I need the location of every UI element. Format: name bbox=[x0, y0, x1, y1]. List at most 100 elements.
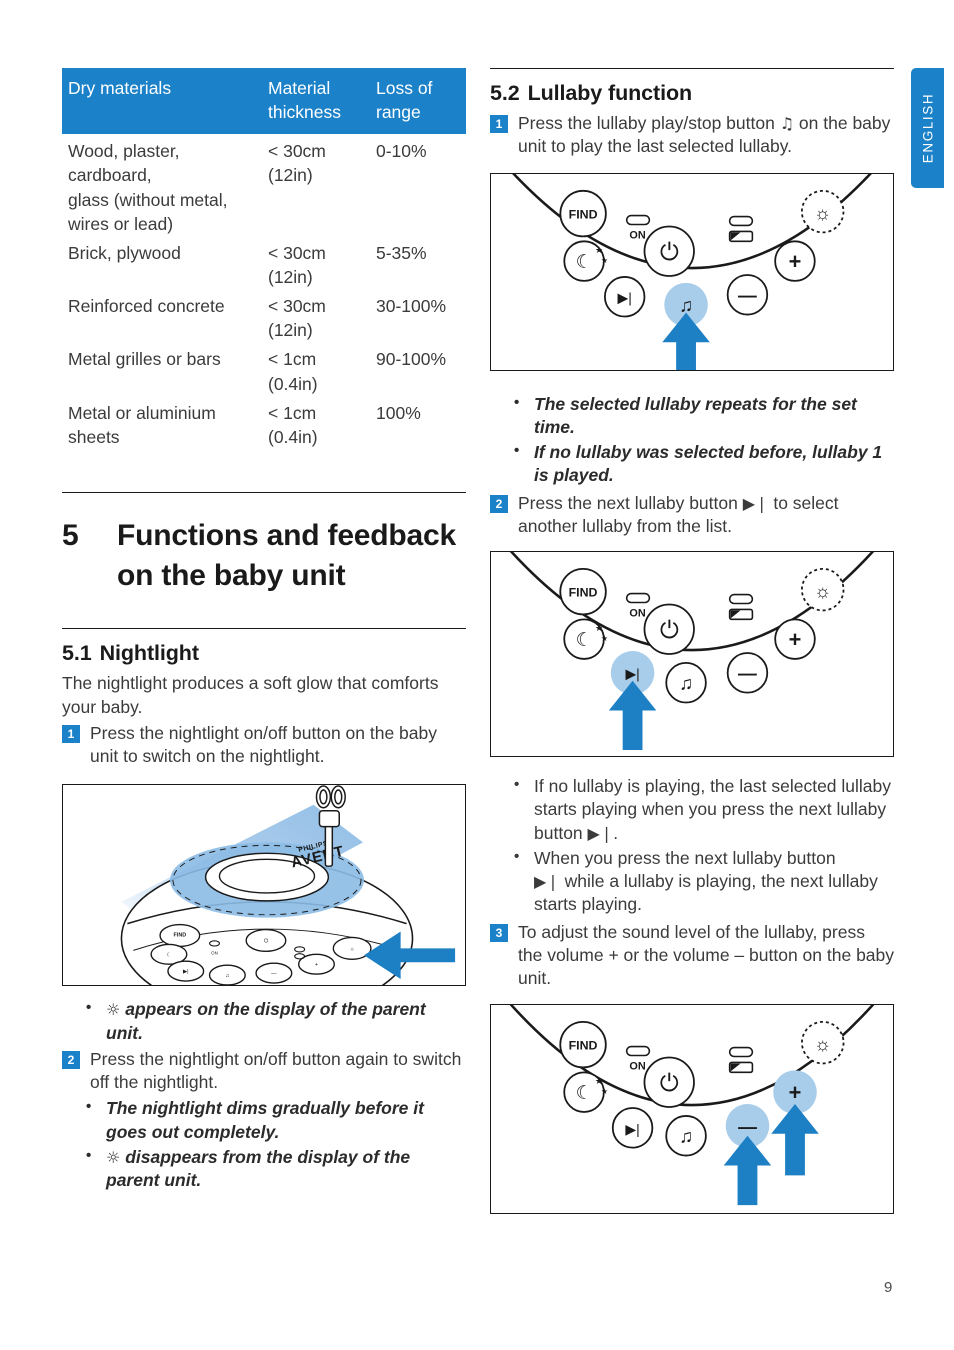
table-header-loss-of-range: Loss of range bbox=[370, 68, 466, 135]
step-badge: 2 bbox=[490, 494, 508, 513]
pointer-arrow-up-minus bbox=[723, 1135, 772, 1205]
svg-text:▶|: ▶| bbox=[183, 970, 189, 976]
battery-indicator bbox=[728, 593, 754, 621]
figure-next-lullaby-diagram: FIND ☾ ▶| ♫ — + ⏻ ☼ ★ ★ ON bbox=[490, 551, 894, 758]
cell-loss: 5-35% bbox=[376, 242, 427, 263]
table-header-material-thickness: Material thickness bbox=[262, 68, 370, 135]
cell-loss: 30-100% bbox=[376, 296, 447, 317]
svg-text:FIND: FIND bbox=[569, 1038, 598, 1052]
svg-text:★: ★ bbox=[601, 1087, 608, 1096]
table-header-dry-materials: Dry materialsx bbox=[62, 68, 262, 135]
nightlight-symbol-icon: ☼ bbox=[106, 1000, 121, 1020]
svg-text:★: ★ bbox=[601, 256, 608, 265]
section-52-heading: 5.2 Lullaby function bbox=[490, 81, 894, 106]
svg-text:☼: ☼ bbox=[814, 1033, 831, 1054]
page-number: 9 bbox=[884, 1279, 893, 1296]
svg-text:—: — bbox=[738, 284, 757, 305]
figure-volume-diagram: FIND ☾ ▶| ♫ — + ⏻ ☼ ★ ★ ON bbox=[490, 1003, 894, 1214]
svg-text:☾: ☾ bbox=[576, 1082, 593, 1103]
section-51-intro: The nightlight produces a soft glow that… bbox=[62, 673, 439, 717]
svg-text:★: ★ bbox=[595, 623, 603, 633]
section-52-title: Lullaby function bbox=[527, 81, 693, 105]
svg-text:☼: ☼ bbox=[814, 202, 831, 223]
bullet-item: The nightlight dims gradually before it … bbox=[62, 1097, 466, 1144]
svg-text:FIND: FIND bbox=[569, 207, 598, 221]
svg-text:⏻: ⏻ bbox=[660, 239, 679, 266]
next-lullaby-icon: ▶❘ bbox=[587, 823, 614, 843]
svg-text:—: — bbox=[271, 972, 277, 978]
battery-indicator bbox=[728, 215, 754, 242]
bullet-text: disappears from the display of the paren… bbox=[106, 1147, 411, 1191]
svg-text:ON: ON bbox=[629, 607, 645, 619]
svg-text:—: — bbox=[738, 663, 757, 684]
chapter-title: Functions and feedback on the baby unit bbox=[117, 518, 456, 593]
pointer-arrow-up-plus bbox=[771, 1103, 819, 1175]
section-52-divider bbox=[490, 68, 894, 69]
battery-indicator bbox=[728, 1046, 754, 1073]
step-text: Press the next lullaby button ▶❘ to sele… bbox=[518, 492, 839, 536]
svg-text:☾: ☾ bbox=[167, 953, 172, 959]
section-52-number: 5.2 bbox=[490, 81, 520, 105]
svg-text:♫: ♫ bbox=[679, 1125, 693, 1146]
cell-loss: 0-10% bbox=[376, 141, 427, 162]
table-row: Metal or aluminium sheets < 1cm (0.4in) 10… bbox=[62, 396, 466, 449]
svg-text:☼: ☼ bbox=[814, 581, 831, 602]
table-row: Wood, plaster, cardboard, glass (without … bbox=[62, 134, 466, 236]
svg-text:★: ★ bbox=[595, 1076, 603, 1086]
chapter-heading: 5 Functions and feedback on the baby uni… bbox=[62, 516, 466, 596]
svg-text:♫: ♫ bbox=[679, 673, 693, 694]
bullet-item: When you press the next lullaby button▶❘… bbox=[490, 847, 894, 917]
language-tab-english: ENGLISH bbox=[911, 68, 944, 188]
svg-text:☾: ☾ bbox=[576, 629, 593, 650]
table-header-row: Dry materialsx Materialthickness Loss of… bbox=[62, 68, 466, 135]
lullaby-note-icon: ♫ bbox=[779, 114, 795, 133]
section-51-title: Nightlight bbox=[99, 641, 199, 666]
cell-thickness: < 30cm (12in) bbox=[268, 296, 326, 341]
materials-table: Dry materialsx Materialthickness Loss of… bbox=[62, 68, 466, 449]
section-51-bullets-after-figure: ☼ appears on the display of the parent u… bbox=[62, 998, 466, 1045]
svg-text:☼: ☼ bbox=[350, 947, 355, 953]
section-52-step1-bullets: The selected lullaby repeats for the set… bbox=[490, 393, 894, 488]
svg-text:+: + bbox=[789, 249, 802, 274]
right-column: 5.2 Lullaby function 1 Press the lullaby … bbox=[490, 68, 894, 1214]
cell-thickness: < 30cm (12in) bbox=[268, 242, 326, 287]
step-badge: 1 bbox=[490, 115, 508, 133]
svg-text:⏻: ⏻ bbox=[264, 938, 269, 945]
manual-page: ENGLISH Dry materialsx Materialthickness… bbox=[0, 0, 954, 1350]
step-text: To adjust the sound level of the lullaby… bbox=[518, 921, 895, 989]
step-badge: 2 bbox=[62, 1050, 80, 1069]
svg-text:★: ★ bbox=[601, 634, 608, 643]
next-lullaby-icon: ▶❘ bbox=[534, 872, 560, 892]
chapter-divider bbox=[62, 491, 466, 493]
svg-text:—: — bbox=[738, 1115, 757, 1136]
svg-text:FIND: FIND bbox=[569, 586, 598, 600]
step-text: Press the nightlight on/off button again… bbox=[90, 1048, 462, 1093]
svg-text:FIND: FIND bbox=[173, 933, 186, 939]
svg-text:♫: ♫ bbox=[679, 294, 693, 315]
svg-text:▶|: ▶| bbox=[618, 289, 632, 305]
svg-text:+: + bbox=[789, 627, 802, 652]
on-led-indicator: ON bbox=[625, 214, 651, 241]
cell-material: Reinforced concrete bbox=[68, 296, 225, 317]
section-51-number: 5.1 bbox=[62, 641, 92, 666]
bullet-item: If no lullaby is playing, the last selec… bbox=[490, 775, 894, 845]
figure-lullaby-play-stop-diagram: FIND ☾ ▶| ♫ — + ⏻ ☼ ★ ★ ON bbox=[490, 172, 894, 371]
svg-text:+: + bbox=[315, 963, 318, 969]
section-51-divider bbox=[62, 628, 466, 630]
step-badge: 3 bbox=[490, 923, 508, 942]
cell-thickness: < 1cm (0.4in) bbox=[268, 349, 318, 394]
bullet-item: If no lullaby was selected before, lulla… bbox=[490, 441, 894, 488]
bullet-text: appears on the display of the parent uni… bbox=[106, 999, 426, 1043]
svg-text:ON: ON bbox=[629, 1060, 645, 1072]
svg-text:☾: ☾ bbox=[576, 251, 593, 272]
table-row: Reinforced concrete < 30cm (12in) 30-100% bbox=[62, 289, 466, 342]
pointer-arrow-up bbox=[662, 312, 710, 370]
svg-text:★: ★ bbox=[595, 245, 603, 255]
section-51-heading: 5.1 Nightlight bbox=[62, 641, 466, 666]
step-badge: 1 bbox=[62, 724, 80, 743]
svg-text:⏻: ⏻ bbox=[660, 617, 679, 644]
cell-loss: 100% bbox=[376, 402, 421, 423]
section-51-step-2: 2 Press the nightlight on/off button aga… bbox=[62, 1048, 466, 1095]
language-tab-label: ENGLISH bbox=[920, 92, 935, 164]
nightlight-symbol-icon: ☼ bbox=[106, 1148, 121, 1167]
